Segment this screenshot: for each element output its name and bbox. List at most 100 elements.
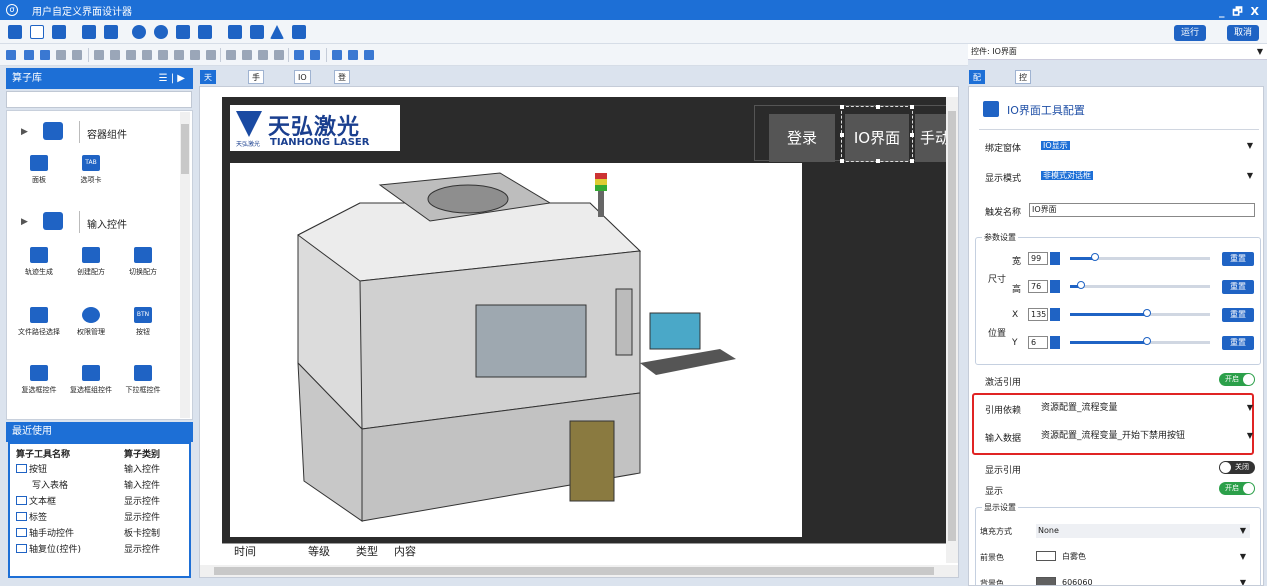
resize-handle[interactable]: [910, 159, 914, 163]
new-file-icon[interactable]: [8, 25, 22, 39]
resize-handle[interactable]: [876, 105, 880, 109]
preview-icon[interactable]: [132, 25, 146, 39]
same-width-icon[interactable]: [226, 50, 236, 60]
panel-menu-icon[interactable]: ☰ | ▶: [159, 68, 185, 89]
control-selector[interactable]: 控件: IO界面 ▼: [968, 44, 1267, 60]
comment-icon[interactable]: [332, 50, 342, 60]
x-slider[interactable]: 135: [1028, 308, 1218, 322]
warning-icon[interactable]: [270, 25, 284, 39]
bring-front-icon[interactable]: [294, 50, 304, 60]
share-icon[interactable]: [154, 25, 168, 39]
export-icon[interactable]: [198, 25, 212, 39]
resize-handle[interactable]: [840, 133, 844, 137]
operator-button[interactable]: BTN 按钮: [117, 307, 169, 337]
resize-handle[interactable]: [840, 105, 844, 109]
scrollbar-thumb[interactable]: [181, 124, 189, 174]
trash-icon[interactable]: [348, 50, 358, 60]
align-left-icon[interactable]: [94, 50, 104, 60]
align-bottom-icon[interactable]: [142, 50, 152, 60]
foreground-select[interactable]: 白雾色 ▼: [1036, 550, 1250, 564]
align-right-icon[interactable]: [110, 50, 120, 60]
redo-icon[interactable]: [72, 50, 82, 60]
paste-icon[interactable]: [6, 50, 16, 60]
undo-icon[interactable]: [56, 50, 66, 60]
library-scrollbar[interactable]: [180, 112, 190, 418]
activate-ref-toggle[interactable]: 开启: [1219, 373, 1255, 386]
ref-dep-select[interactable]: 资源配置_流程变量 ▼: [1041, 401, 1257, 415]
list-item[interactable]: 标签 显示控件: [16, 511, 176, 525]
spin-button[interactable]: [1050, 336, 1060, 349]
operator-tab[interactable]: TAB 选项卡: [65, 155, 117, 185]
login-nav-button[interactable]: 登录: [769, 114, 835, 162]
same-height-icon[interactable]: [242, 50, 252, 60]
operator-file-path[interactable]: 文件路径选择: [13, 307, 65, 337]
width-slider[interactable]: 99: [1028, 252, 1218, 266]
background-select[interactable]: 606060 ▼: [1036, 576, 1250, 585]
spin-button[interactable]: [1050, 308, 1060, 321]
cancel-button[interactable]: 取消: [1227, 25, 1259, 41]
resize-handle[interactable]: [840, 159, 844, 163]
x-input[interactable]: 135: [1028, 308, 1048, 321]
operator-checkbox[interactable]: 复选框控件: [13, 365, 65, 395]
y-reset-button[interactable]: 重置: [1222, 336, 1254, 350]
delete-page-icon[interactable]: [250, 25, 264, 39]
same-size-icon[interactable]: [258, 50, 268, 60]
y-slider[interactable]: 6: [1028, 336, 1218, 350]
distribute-h-icon[interactable]: [190, 50, 200, 60]
operator-create-recipe[interactable]: 创建配方: [65, 247, 117, 277]
spin-button[interactable]: [1050, 280, 1060, 293]
design-canvas[interactable]: 天弘激光 天弘激光 TIANHONG LASER 登录 IO界面 手动: [222, 97, 958, 543]
operator-search-input[interactable]: [6, 91, 192, 108]
tab-outline[interactable]: 控件大纲: [1015, 70, 1031, 121]
save-icon[interactable]: [82, 25, 96, 39]
copy-icon[interactable]: [40, 50, 50, 60]
trigger-name-input[interactable]: IO界面: [1029, 203, 1255, 217]
list-item[interactable]: 文本框 显示控件: [16, 495, 176, 509]
upload-icon[interactable]: [176, 25, 190, 39]
tab-config[interactable]: 配置界面: [969, 70, 985, 121]
height-input[interactable]: 76: [1028, 280, 1048, 293]
align-top-icon[interactable]: [126, 50, 136, 60]
run-button[interactable]: 运行: [1174, 25, 1206, 41]
width-reset-button[interactable]: 重置: [1222, 252, 1254, 266]
cut-icon[interactable]: [24, 50, 34, 60]
wand-icon[interactable]: [364, 50, 374, 60]
grid-icon[interactable]: [292, 25, 306, 39]
canvas-vertical-scrollbar[interactable]: [946, 97, 958, 563]
operator-switch-recipe[interactable]: 切换配方: [117, 247, 169, 277]
list-item[interactable]: 按钮 输入控件: [16, 463, 176, 477]
add-page-icon[interactable]: [52, 25, 66, 39]
scrollbar-thumb[interactable]: [948, 111, 956, 541]
operator-panel[interactable]: 面板: [13, 155, 65, 185]
align-center-v-icon[interactable]: [174, 50, 184, 60]
tab-manual[interactable]: 手动界面: [248, 70, 264, 121]
bind-window-select[interactable]: IO显示 ▼: [1041, 139, 1257, 153]
list-item[interactable]: 轴复位(控件) 显示控件: [16, 543, 176, 557]
group-input-controls[interactable]: ▶ 输入控件: [7, 205, 182, 239]
save-as-icon[interactable]: [104, 25, 118, 39]
fit-icon[interactable]: [274, 50, 284, 60]
tab-tianhong[interactable]: 天弘激光: [200, 70, 216, 121]
slider-knob[interactable]: [1143, 309, 1151, 317]
y-input[interactable]: 6: [1028, 336, 1048, 349]
resize-handle[interactable]: [910, 105, 914, 109]
show-toggle[interactable]: 开启: [1219, 482, 1255, 495]
distribute-v-icon[interactable]: [206, 50, 216, 60]
resize-handle[interactable]: [910, 133, 914, 137]
show-ref-toggle[interactable]: 关闭: [1219, 461, 1255, 474]
scrollbar-thumb[interactable]: [214, 567, 934, 575]
tab-io[interactable]: IO显示: [294, 70, 311, 108]
list-item[interactable]: 轴手动控件 板卡控制: [16, 527, 176, 541]
x-reset-button[interactable]: 重置: [1222, 308, 1254, 322]
display-mode-select[interactable]: 非模式对话框 ▼: [1041, 169, 1257, 183]
operator-trajectory[interactable]: 轨迹生成: [13, 247, 65, 277]
open-folder-icon[interactable]: [30, 25, 44, 39]
slider-knob[interactable]: [1143, 337, 1151, 345]
resize-handle[interactable]: [876, 159, 880, 163]
spin-button[interactable]: [1050, 252, 1060, 265]
send-back-icon[interactable]: [310, 50, 320, 60]
copy-page-icon[interactable]: [228, 25, 242, 39]
align-center-h-icon[interactable]: [158, 50, 168, 60]
operator-permission[interactable]: 权限管理: [65, 307, 117, 337]
height-reset-button[interactable]: 重置: [1222, 280, 1254, 294]
